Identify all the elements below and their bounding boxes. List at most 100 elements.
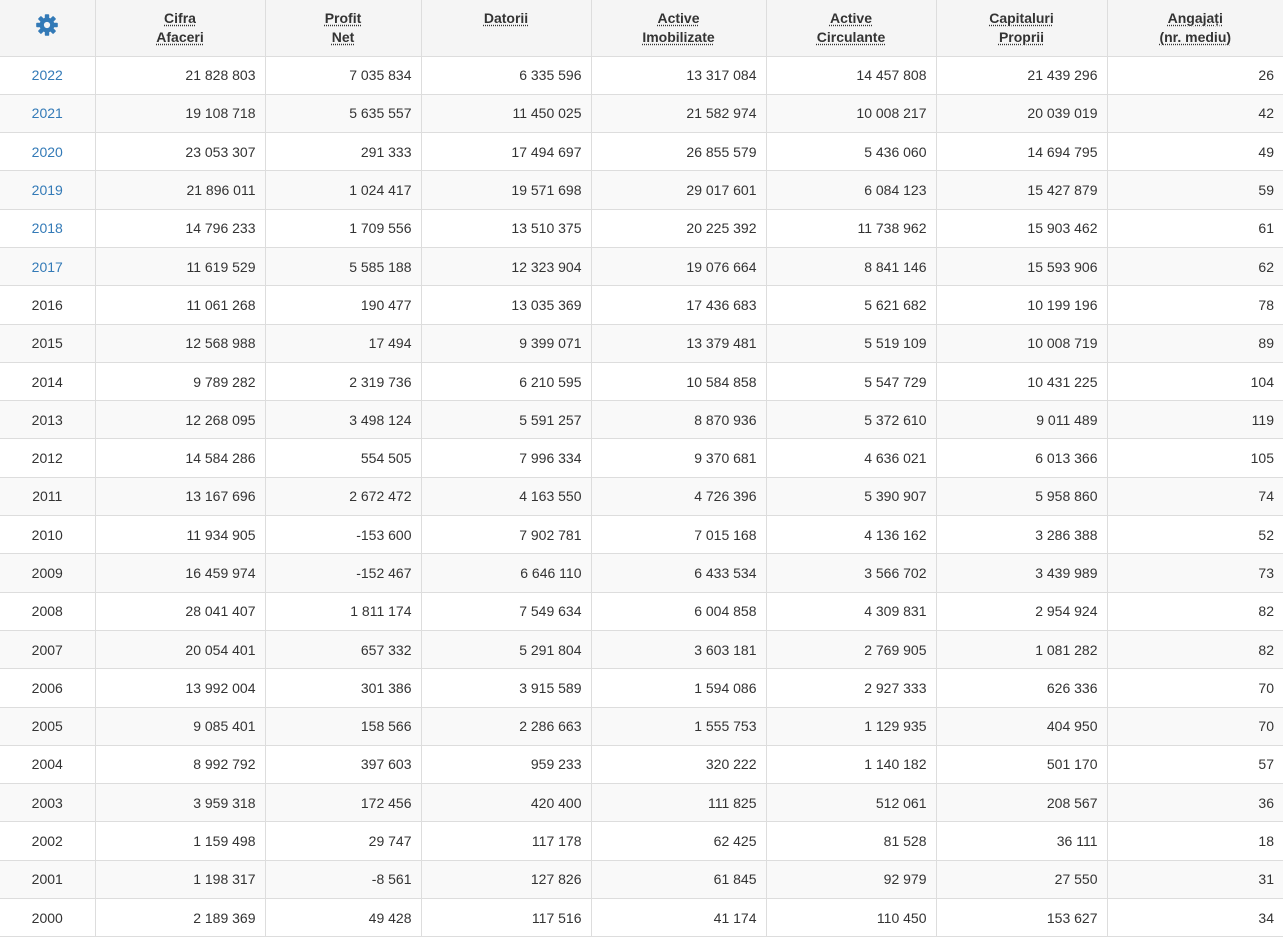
value-cell: 110 450 xyxy=(765,898,937,938)
value-cell: 17 494 xyxy=(264,323,422,363)
value-cell: 1 555 753 xyxy=(590,706,767,746)
value-cell: 5 372 610 xyxy=(765,400,937,440)
column-header-6[interactable]: Angajați (nr. mediu) xyxy=(1106,0,1283,57)
value-cell: 4 726 396 xyxy=(590,476,767,517)
year-label: 2000 xyxy=(31,909,63,926)
value-cell: 404 950 xyxy=(935,706,1108,746)
value-cell: 3 566 702 xyxy=(765,553,937,593)
value-cell: 9 011 489 xyxy=(935,400,1108,440)
column-header-label: Afaceri xyxy=(156,29,204,45)
column-header-label: Active xyxy=(657,10,700,26)
value-cell: 626 336 xyxy=(935,668,1108,708)
column-header-3[interactable]: Active Imobilizate xyxy=(590,0,767,57)
value-cell: 12 568 988 xyxy=(94,323,266,363)
table-row: 2004 8 992 792 397 603 959 233 320 222 1 140 … xyxy=(0,744,1283,785)
value-cell: 52 xyxy=(1106,515,1283,555)
value-cell: 501 170 xyxy=(935,744,1108,785)
column-header-5[interactable]: Capitaluri Proprii xyxy=(935,0,1108,57)
value-cell: 70 xyxy=(1106,668,1283,708)
value-cell: 3 286 388 xyxy=(935,515,1108,555)
value-cell: 11 450 025 xyxy=(420,93,592,134)
value-cell: 9 085 401 xyxy=(94,706,266,746)
value-cell: 6 210 595 xyxy=(420,361,592,402)
value-cell: 26 xyxy=(1106,55,1283,95)
value-cell: 15 427 879 xyxy=(935,170,1108,210)
value-cell: 29 017 601 xyxy=(590,170,767,210)
year-link[interactable]: 2018 xyxy=(32,220,63,236)
year-label: 2010 xyxy=(31,526,63,543)
year-link[interactable]: 2022 xyxy=(32,67,63,83)
value-cell: 2 927 333 xyxy=(765,668,937,708)
year-cell: 2002 xyxy=(0,821,96,861)
value-cell: 34 xyxy=(1106,898,1283,938)
value-cell: 61 xyxy=(1106,208,1283,248)
table-row: 2003 3 959 318 172 456 420 400 111 825 512 06… xyxy=(0,783,1283,823)
value-cell: 73 xyxy=(1106,553,1283,593)
year-cell: 2016 xyxy=(0,285,96,325)
column-header-label: Net xyxy=(331,29,355,45)
value-cell: 1 709 556 xyxy=(264,208,422,248)
column-header-label: Imobilizate xyxy=(642,29,715,45)
value-cell: 13 379 481 xyxy=(590,323,767,363)
value-cell: 1 129 935 xyxy=(765,706,937,746)
year-cell: 2010 xyxy=(0,515,96,555)
column-header-0[interactable]: Cifra Afaceri xyxy=(94,0,266,57)
table-row: 2017 11 619 529 5 585 188 12 323 904 19 076 … xyxy=(0,246,1283,287)
year-cell: 2001 xyxy=(0,859,96,900)
value-cell: 172 456 xyxy=(264,783,422,823)
table-row: 2009 16 459 974 -152 467 6 646 110 6 433 534… xyxy=(0,553,1283,593)
year-link[interactable]: 2020 xyxy=(32,144,63,160)
year-link[interactable]: 2019 xyxy=(32,182,63,198)
value-cell: 14 796 233 xyxy=(94,208,266,248)
value-cell: 8 841 146 xyxy=(765,246,937,287)
value-cell: 1 811 174 xyxy=(264,591,422,631)
column-header-label: Circulante xyxy=(816,29,886,45)
value-cell: 127 826 xyxy=(420,859,592,900)
value-cell: 1 198 317 xyxy=(94,859,266,900)
column-header-label: Angajați xyxy=(1167,10,1223,26)
value-cell: 19 108 718 xyxy=(94,93,266,134)
value-cell: 11 619 529 xyxy=(94,246,266,287)
year-cell: 2021 xyxy=(0,93,96,134)
value-cell: 117 178 xyxy=(420,821,592,861)
year-label: 2002 xyxy=(31,833,63,850)
value-cell: 7 902 781 xyxy=(420,515,592,555)
year-link[interactable]: 2017 xyxy=(32,259,63,275)
value-cell: 49 428 xyxy=(264,898,422,938)
value-cell: 5 635 557 xyxy=(264,93,422,134)
value-cell: 16 459 974 xyxy=(94,553,266,593)
value-cell: 1 024 417 xyxy=(264,170,422,210)
value-cell: 11 061 268 xyxy=(94,285,266,325)
value-cell: 27 550 xyxy=(935,859,1108,900)
column-header-label: Capitaluri xyxy=(989,10,1054,26)
value-cell: 190 477 xyxy=(264,285,422,325)
gear-icon[interactable] xyxy=(35,13,59,37)
value-cell: 5 436 060 xyxy=(765,132,937,172)
year-cell: 2008 xyxy=(0,591,96,631)
value-cell: 657 332 xyxy=(264,629,422,670)
column-header-label: Active xyxy=(829,10,873,26)
column-header-4[interactable]: Active Circulante xyxy=(765,0,937,57)
table-row: 2020 23 053 307 291 333 17 494 697 26 855 57… xyxy=(0,132,1283,172)
column-header-2[interactable]: Datorii xyxy=(420,0,592,57)
value-cell: 31 xyxy=(1106,859,1283,900)
value-cell: 36 111 xyxy=(935,821,1108,861)
year-link[interactable]: 2021 xyxy=(32,105,63,121)
value-cell: 5 585 188 xyxy=(264,246,422,287)
value-cell: 7 015 168 xyxy=(590,515,767,555)
value-cell: 21 828 803 xyxy=(94,55,266,95)
value-cell: 10 008 719 xyxy=(935,323,1108,363)
value-cell: 5 390 907 xyxy=(765,476,937,517)
value-cell: -8 561 xyxy=(264,859,422,900)
table-row: 2016 11 061 268 190 477 13 035 369 17 436 68… xyxy=(0,285,1283,325)
value-cell: 15 903 462 xyxy=(935,208,1108,248)
column-header-1[interactable]: Profit Net xyxy=(264,0,422,57)
value-cell: 28 041 407 xyxy=(94,591,266,631)
value-cell: 4 636 021 xyxy=(765,438,937,478)
year-cell: 2019 xyxy=(0,170,96,210)
column-header-label: Profit xyxy=(324,10,362,26)
value-cell: 23 053 307 xyxy=(94,132,266,172)
year-label: 2004 xyxy=(31,756,63,773)
table-row: 2019 21 896 011 1 024 417 19 571 698 29 017 … xyxy=(0,170,1283,210)
value-cell: 5 958 860 xyxy=(935,476,1108,517)
